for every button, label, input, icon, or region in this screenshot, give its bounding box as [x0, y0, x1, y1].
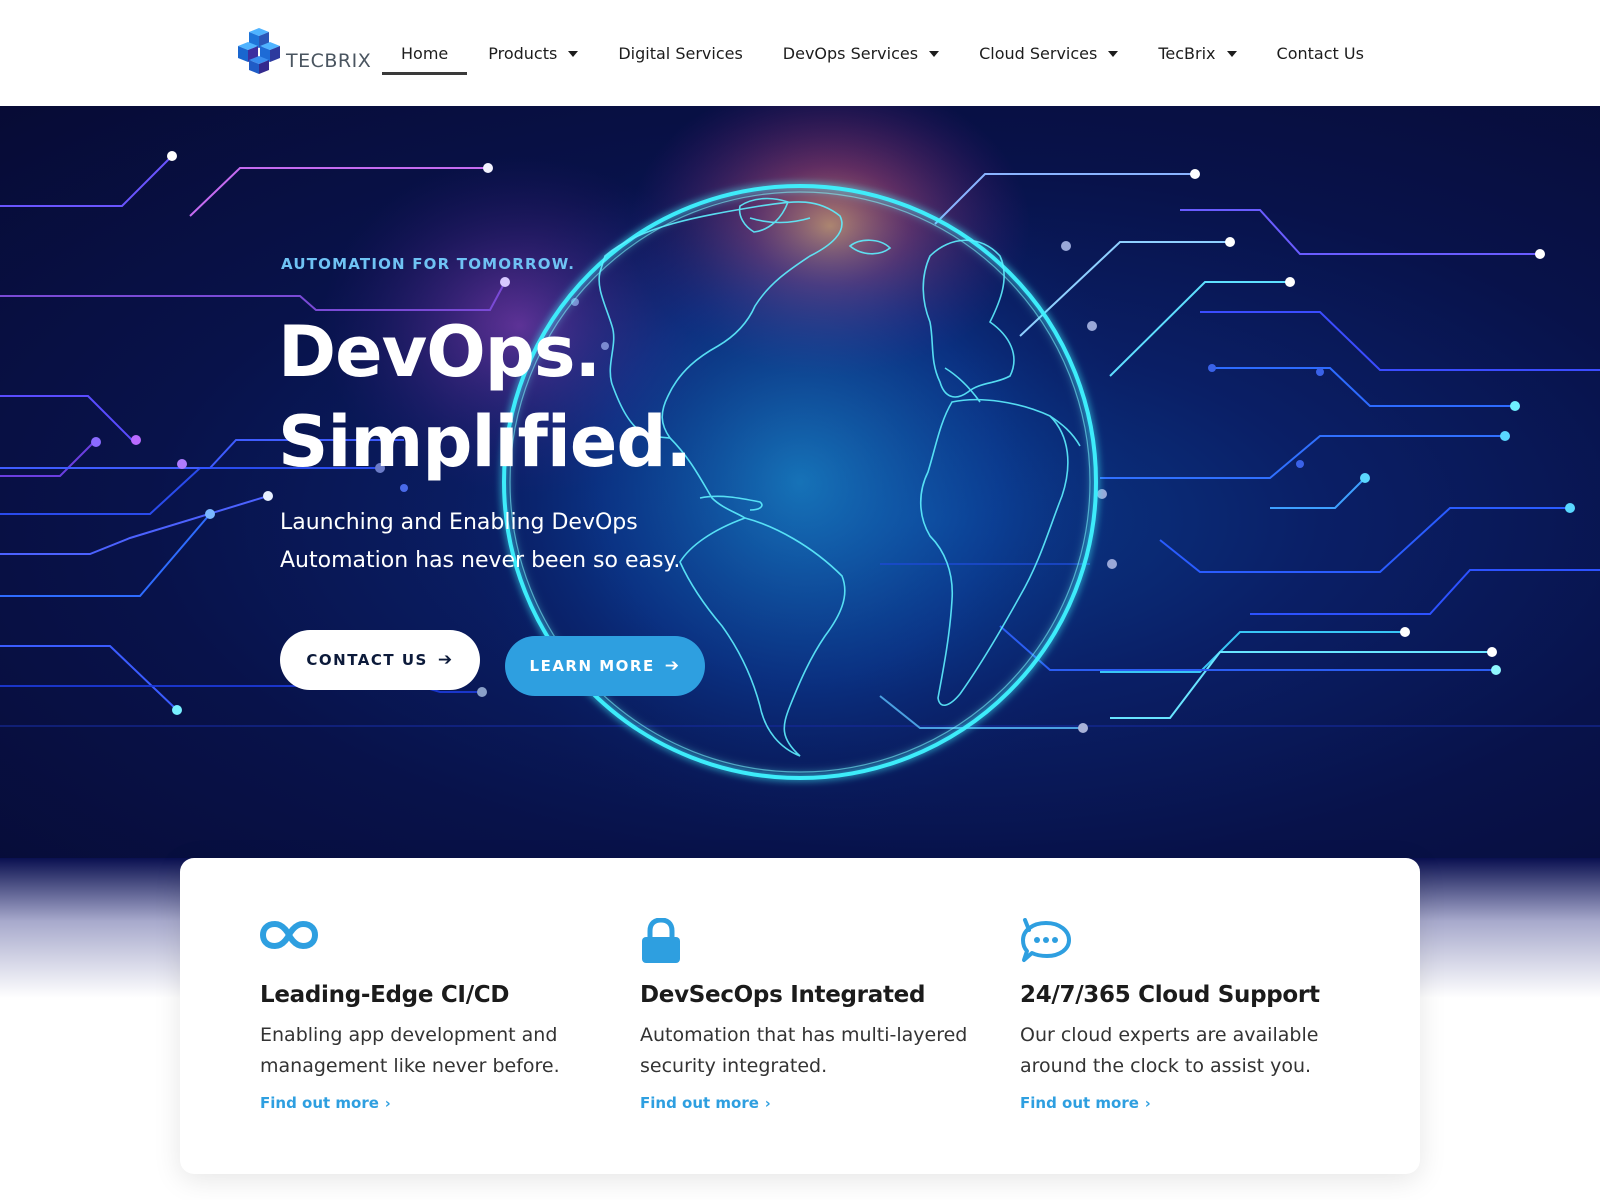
- lock-icon: [642, 918, 680, 963]
- nav-item-home[interactable]: Home: [381, 0, 468, 106]
- learn-more-label: LEARN MORE: [529, 657, 655, 675]
- caret-down-icon: [1108, 51, 1119, 57]
- find-out-more-label: Find out more: [640, 1094, 759, 1112]
- nav-item-products[interactable]: Products: [488, 0, 579, 106]
- find-out-more-link[interactable]: Find out more ›: [1020, 1094, 1151, 1112]
- feature-description: Automation that has multi-layered securi…: [640, 1024, 968, 1077]
- find-out-more-link[interactable]: Find out more ›: [260, 1094, 391, 1112]
- brand-name: TECBRIX: [286, 50, 372, 72]
- hero-section: AUTOMATION FOR TOMORROW. DevOps. Simplif…: [0, 106, 1600, 858]
- feature-title: Leading-Edge CI/CD: [260, 982, 510, 1008]
- learn-more-button[interactable]: LEARN MORE ➔: [505, 636, 705, 696]
- find-out-more-link[interactable]: Find out more ›: [640, 1094, 771, 1112]
- features-card: Leading-Edge CI/CD Enabling app developm…: [180, 858, 1420, 1174]
- feature-title: 24/7/365 Cloud Support: [1020, 982, 1320, 1008]
- caret-down-icon: [929, 51, 940, 57]
- nav-item-digital-services[interactable]: Digital Services: [618, 0, 742, 106]
- nav-label: Cloud Services: [979, 43, 1098, 63]
- chevron-right-icon: ›: [1144, 1096, 1151, 1112]
- nav-label: Digital Services: [618, 43, 743, 63]
- feature-description: Our cloud experts are available around t…: [1020, 1024, 1319, 1077]
- nav-label: Home: [401, 43, 449, 63]
- site-header: TECBRIX Home Products Digital Services D…: [0, 0, 1600, 106]
- hero-subtitle: Launching and Enabling DevOps Automation…: [280, 510, 681, 573]
- arrow-right-icon: ➔: [664, 656, 681, 676]
- nav-item-cloud-services[interactable]: Cloud Services: [979, 0, 1119, 106]
- chevron-right-icon: ›: [384, 1096, 391, 1112]
- feature-description: Enabling app development and management …: [260, 1024, 560, 1077]
- nav-label: Products: [488, 43, 558, 63]
- nav-label: TecBrix: [1158, 43, 1216, 63]
- caret-down-icon: [568, 51, 579, 57]
- contact-us-label: CONTACT US: [306, 651, 428, 669]
- nav-item-devops-services[interactable]: DevOps Services: [782, 0, 940, 106]
- nav-item-contact-us[interactable]: Contact Us: [1277, 0, 1364, 106]
- chevron-right-icon: ›: [764, 1096, 771, 1112]
- nav-label: Contact Us: [1276, 43, 1364, 63]
- hero-headline-line-2: Simplified.: [278, 401, 692, 483]
- contact-us-button[interactable]: CONTACT US ➔: [280, 630, 480, 690]
- find-out-more-label: Find out more: [1020, 1094, 1139, 1112]
- feature-title: DevSecOps Integrated: [640, 982, 926, 1008]
- circuit-globe-illustration: [0, 106, 1600, 842]
- find-out-more-label: Find out more: [260, 1094, 379, 1112]
- nav-label: DevOps Services: [782, 43, 919, 63]
- nav-item-tecbrix[interactable]: TecBrix: [1158, 0, 1237, 106]
- hero-headline-line-1: DevOps.: [278, 311, 601, 393]
- chat-bubble-icon: [1021, 918, 1071, 962]
- brand-logo[interactable]: TECBRIX: [238, 28, 371, 74]
- infinity-icon: [260, 921, 318, 949]
- caret-down-icon: [1226, 51, 1237, 57]
- hero-eyebrow: AUTOMATION FOR TOMORROW.: [281, 255, 576, 273]
- arrow-right-icon: ➔: [437, 650, 454, 670]
- main-nav: Home Products Digital Services DevOps Se…: [381, 0, 1404, 106]
- cube-logo-icon: [238, 28, 280, 74]
